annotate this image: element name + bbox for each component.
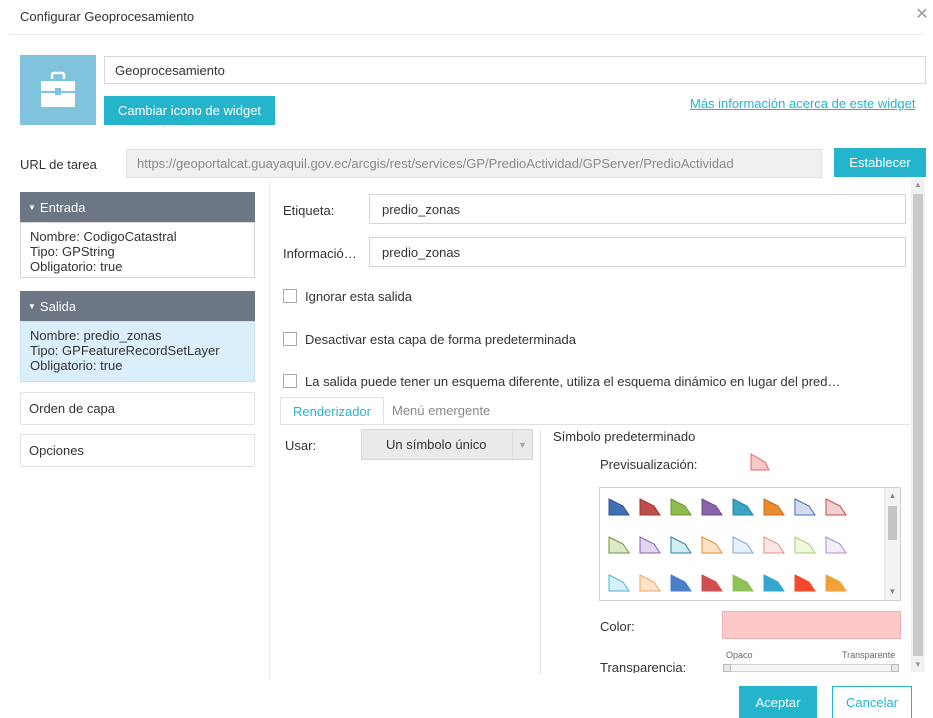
input-section-title: Entrada: [39, 199, 86, 215]
transparency-slider[interactable]: [724, 664, 899, 672]
symbol-swatch[interactable]: [701, 498, 723, 516]
renderer-type-select[interactable]: Un símbolo único ▼: [361, 429, 533, 460]
symbol-swatch[interactable]: [732, 498, 754, 516]
scrollbar-thumb[interactable]: [888, 506, 897, 540]
color-picker[interactable]: [722, 611, 901, 639]
symbol-swatch[interactable]: [670, 536, 692, 554]
caret-down-icon: ▼: [28, 301, 36, 311]
symbol-swatch[interactable]: [670, 498, 692, 516]
symbol-swatch[interactable]: [639, 574, 661, 592]
symbol-swatch[interactable]: [639, 498, 661, 516]
symbol-swatch[interactable]: [763, 498, 785, 516]
output-section-title: Salida: [39, 298, 77, 314]
sidebar-divider: [269, 180, 270, 680]
transparency-label: Transparencia:: [600, 660, 687, 673]
label-input[interactable]: predio_zonas: [369, 194, 906, 224]
symbol-swatch[interactable]: [608, 498, 630, 516]
symbol-swatch[interactable]: [825, 498, 847, 516]
set-url-button[interactable]: Establecer: [834, 148, 926, 177]
slider-handle[interactable]: [723, 664, 731, 672]
symbol-preview: [750, 453, 770, 471]
symbol-swatch[interactable]: [701, 574, 723, 592]
symbol-swatch[interactable]: [608, 574, 630, 592]
tab-underline: [280, 424, 910, 425]
close-icon[interactable]: ✕: [913, 6, 931, 24]
renderer-divider: [540, 430, 541, 675]
dynamic-schema-label: La salida puede tener un esquema diferen…: [305, 374, 841, 389]
dynamic-schema-checkbox[interactable]: [283, 374, 297, 388]
label-field-label: Etiqueta:: [283, 203, 335, 218]
info-field-label: Informació…: [283, 246, 357, 261]
content-scrollbar[interactable]: ▲ ▼: [911, 178, 925, 672]
use-label: Usar:: [285, 438, 317, 453]
preview-label: Previsualización:: [600, 457, 698, 472]
output-section-header[interactable]: ▼ Salida: [20, 291, 255, 321]
symbol-swatch[interactable]: [763, 574, 785, 592]
info-input[interactable]: predio_zonas: [369, 237, 906, 267]
task-url-field[interactable]: https://geoportalcat.guayaquil.gov.ec/ar…: [126, 149, 822, 178]
opaque-label: Opaco: [726, 650, 753, 660]
dialog-title: Configurar Geoprocesamiento: [20, 9, 195, 24]
renderer-type-value: Un símbolo único: [386, 437, 487, 452]
symbol-swatch[interactable]: [825, 574, 847, 592]
tab-renderer[interactable]: Renderizador: [280, 397, 384, 425]
symbol-swatch[interactable]: [608, 536, 630, 554]
symbol-swatch[interactable]: [701, 536, 723, 554]
disable-layer-checkbox[interactable]: [283, 332, 297, 346]
sidebar-item-layer-order[interactable]: Orden de capa: [20, 392, 255, 425]
slider-end-cap: [891, 664, 899, 672]
symbol-swatch[interactable]: [732, 536, 754, 554]
toolbox-icon: [41, 71, 75, 107]
cancel-button[interactable]: Cancelar: [832, 686, 912, 718]
widget-name-input[interactable]: Geoprocesamiento: [104, 56, 926, 84]
change-icon-button[interactable]: Cambiar icono de widget: [104, 96, 275, 125]
input-param-required: Obligatorio: true: [30, 259, 123, 274]
sidebar-item-options[interactable]: Opciones: [20, 434, 255, 467]
output-param-card[interactable]: Nombre: predio_zonas Tipo: GPFeatureReco…: [20, 321, 255, 382]
chevron-down-icon[interactable]: ▼: [911, 658, 925, 672]
chevron-down-icon: ▼: [512, 430, 532, 459]
ok-button[interactable]: Aceptar: [739, 686, 817, 718]
ignore-output-label: Ignorar esta salida: [305, 289, 412, 304]
chevron-up-icon[interactable]: ▲: [911, 178, 925, 192]
ignore-output-checkbox[interactable]: [283, 289, 297, 303]
symbol-swatch[interactable]: [639, 536, 661, 554]
caret-down-icon: ▼: [28, 202, 36, 212]
chevron-up-icon[interactable]: ▲: [885, 489, 900, 503]
widget-icon-tile: [20, 55, 96, 125]
symbol-swatch[interactable]: [794, 498, 816, 516]
transparent-label: Transparente: [842, 650, 896, 660]
symbol-swatch[interactable]: [732, 574, 754, 592]
symbol-gallery[interactable]: ▲ ▼: [599, 487, 901, 601]
symbol-swatch[interactable]: [825, 536, 847, 554]
disable-layer-label: Desactivar esta capa de forma predetermi…: [305, 332, 576, 347]
more-info-link[interactable]: Más información acerca de este widget: [690, 96, 915, 111]
symbol-swatch[interactable]: [794, 574, 816, 592]
input-param-type: Tipo: GPString: [30, 244, 115, 259]
input-section-header[interactable]: ▼ Entrada: [20, 192, 255, 222]
symbol-gallery-scrollbar[interactable]: ▲ ▼: [884, 488, 900, 600]
output-param-name: Nombre: predio_zonas: [30, 328, 162, 343]
default-symbol-title: Símbolo predeterminado: [553, 429, 696, 444]
output-param-type: Tipo: GPFeatureRecordSetLayer: [30, 343, 220, 358]
input-param-name: Nombre: CodigoCatastral: [30, 229, 177, 244]
symbol-swatch[interactable]: [763, 536, 785, 554]
input-param-card[interactable]: Nombre: CodigoCatastral Tipo: GPString O…: [20, 222, 255, 278]
symbol-swatch[interactable]: [670, 574, 692, 592]
scrollbar-thumb[interactable]: [913, 194, 923, 656]
output-param-required: Obligatorio: true: [30, 358, 123, 373]
header-divider: [10, 34, 923, 35]
color-label: Color:: [600, 619, 635, 634]
chevron-down-icon[interactable]: ▼: [885, 585, 900, 599]
symbol-swatch[interactable]: [794, 536, 816, 554]
task-url-label: URL de tarea: [20, 157, 97, 172]
tab-popup[interactable]: Menú emergente: [392, 403, 490, 418]
